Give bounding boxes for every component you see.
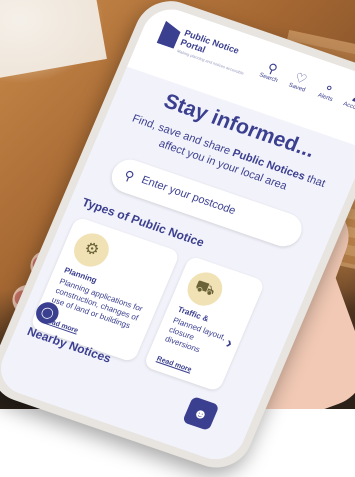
nav-search[interactable]: ⚲ Search [255, 58, 287, 85]
search-icon: ⚲ [121, 167, 137, 185]
read-more-link[interactable]: Read more [156, 355, 193, 373]
nav-account[interactable]: ♟ Account [340, 88, 355, 115]
nav-alerts[interactable]: ⚬ Alerts [312, 78, 344, 105]
card-description: Planned layout, closure diversions [163, 315, 228, 355]
search-placeholder: Enter your postcode [139, 174, 238, 218]
car-icon: ⛟ [182, 267, 228, 311]
nav-saved[interactable]: ♡ Saved [283, 68, 315, 95]
chatbot-icon[interactable]: ☻ [182, 396, 220, 431]
building-icon: ⚙ [68, 228, 115, 272]
window-light [0, 0, 107, 80]
